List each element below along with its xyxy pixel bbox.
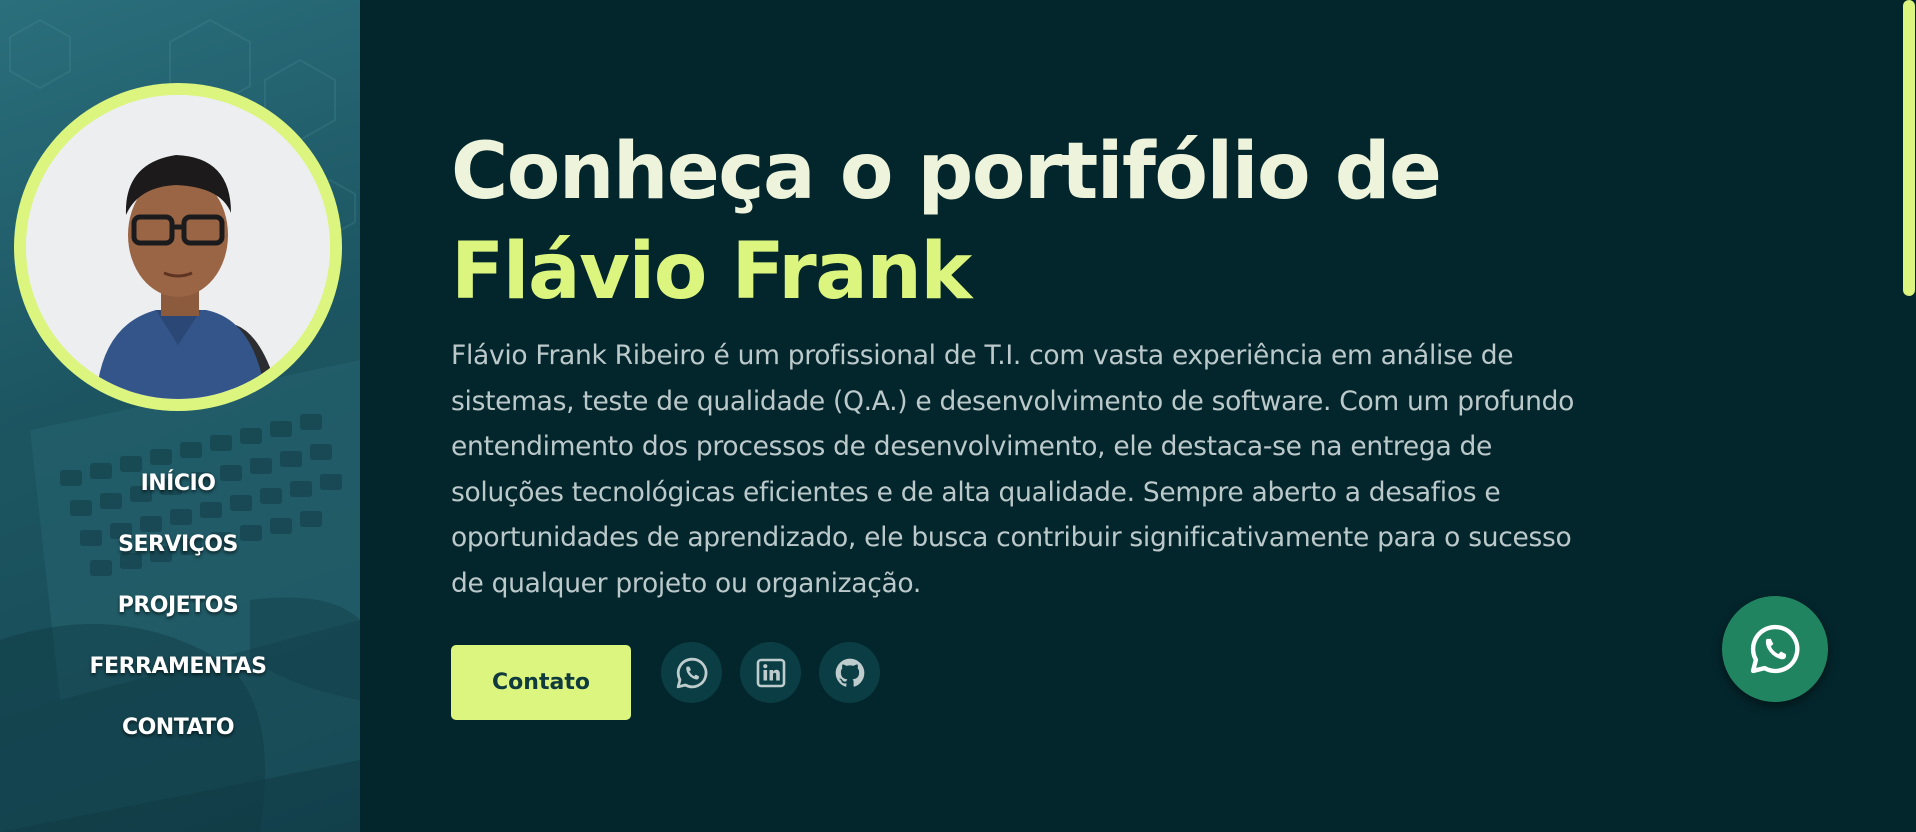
profile-photo — [26, 95, 330, 399]
scrollbar[interactable] — [1902, 0, 1916, 832]
hero-title-line1: Conheça o portifólio de — [451, 127, 1442, 217]
nav-item-projetos[interactable]: PROJETOS — [0, 582, 356, 643]
whatsapp-link[interactable] — [661, 642, 722, 703]
github-icon — [835, 658, 864, 687]
nav-item-servicos[interactable]: SERVIÇOS — [0, 521, 356, 582]
sidebar: INÍCIO SERVIÇOS PROJETOS FERRAMENTAS CON… — [0, 0, 360, 832]
page: INÍCIO SERVIÇOS PROJETOS FERRAMENTAS CON… — [0, 0, 1916, 832]
github-link[interactable] — [819, 642, 880, 703]
nav-item-inicio[interactable]: INÍCIO — [0, 460, 356, 521]
scrollbar-thumb[interactable] — [1903, 0, 1915, 296]
profile-photo-frame — [14, 83, 342, 411]
sidebar-nav: INÍCIO SERVIÇOS PROJETOS FERRAMENTAS CON… — [0, 460, 356, 765]
hero-title: Conheça o portifólio de Flávio Frank — [451, 122, 1442, 322]
linkedin-icon — [756, 658, 785, 687]
whatsapp-icon — [1750, 624, 1800, 674]
hero-section: Conheça o portifólio de Flávio Frank Flá… — [360, 0, 1916, 832]
hero-description: Flávio Frank Ribeiro é um profissional d… — [451, 340, 1575, 599]
whatsapp-icon — [676, 657, 707, 688]
nav-item-ferramentas[interactable]: FERRAMENTAS — [0, 643, 356, 704]
nav-item-contato[interactable]: CONTATO — [0, 704, 356, 765]
hero-title-name: Flávio Frank — [451, 227, 972, 317]
contact-button[interactable]: Contato — [451, 645, 631, 720]
linkedin-link[interactable] — [740, 642, 801, 703]
whatsapp-floating-button[interactable] — [1722, 596, 1828, 702]
